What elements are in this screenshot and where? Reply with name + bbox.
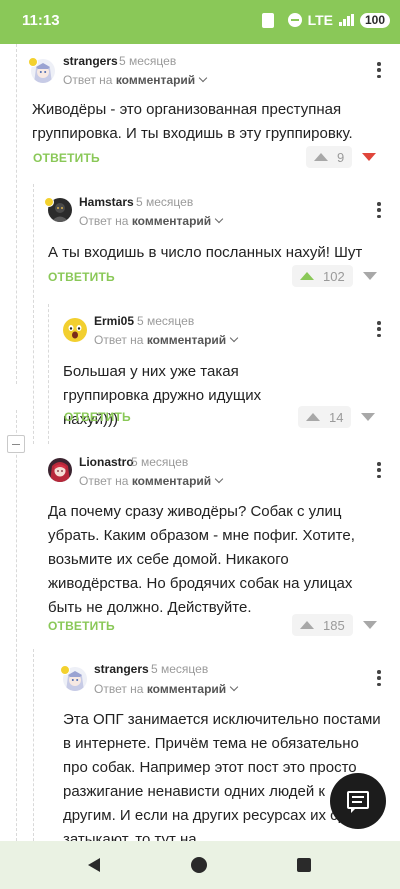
more-options-icon[interactable]: [371, 201, 387, 219]
more-options-icon[interactable]: [371, 61, 387, 79]
yellow-face-avatar-icon: [63, 318, 87, 342]
comment-time: 5 месяцев: [136, 195, 194, 209]
more-options-icon[interactable]: [371, 669, 387, 687]
reply-to-prefix: Ответ на: [79, 474, 129, 488]
avatar[interactable]: [48, 458, 72, 482]
upvote-button[interactable]: 9: [306, 146, 353, 168]
system-navigation-bar: [0, 841, 400, 889]
recents-icon[interactable]: [297, 858, 311, 872]
wallet-icon: [261, 12, 274, 28]
comment-username[interactable]: strangers: [94, 662, 149, 676]
thread-line: [48, 304, 49, 444]
thread-line: [33, 649, 34, 841]
comment-username[interactable]: Ermi05: [94, 314, 134, 328]
comment-icon: [347, 791, 369, 813]
comment-text: А ты входишь в число посланных нахуй! Шу…: [48, 244, 363, 261]
vote-controls: 102: [292, 265, 377, 287]
comment-text: Живодёры - это организованная преступная…: [32, 101, 353, 142]
chevron-down-icon: [229, 682, 239, 692]
collapse-thread-button[interactable]: [7, 435, 25, 453]
comment-time: 5 месяцев: [131, 455, 189, 469]
upvote-button[interactable]: 102: [292, 265, 353, 287]
reply-to-target: комментарий: [131, 474, 212, 488]
comments-feed[interactable]: strangers 5 месяцев Ответ на комментарий…: [0, 44, 400, 841]
chevron-down-icon: [229, 333, 239, 343]
chevron-down-icon: [214, 214, 224, 224]
reply-to-prefix: Ответ на: [79, 214, 129, 228]
network-type: LTE: [307, 12, 333, 28]
downvote-icon[interactable]: [362, 621, 377, 629]
upvote-icon: [300, 272, 314, 280]
vote-controls: 9: [306, 146, 377, 168]
comment-text: Эта ОПГ занимается исключительно постами…: [63, 711, 381, 841]
chevron-down-icon: [198, 73, 208, 83]
reply-to-link[interactable]: Ответ на комментарий: [63, 73, 208, 87]
reply-to-target: комментарий: [146, 682, 227, 696]
downvote-icon[interactable]: [361, 413, 376, 421]
comment-time: 5 месяцев: [151, 662, 209, 676]
comment-rating: 14: [329, 409, 344, 425]
chevron-down-icon: [214, 474, 224, 484]
user-badge: [44, 197, 54, 207]
comment-username[interactable]: Hamstars: [79, 195, 134, 209]
upvote-icon: [306, 413, 320, 421]
reply-to-prefix: Ответ на: [94, 682, 144, 696]
comment-time: 5 месяцев: [119, 54, 177, 68]
upvote-button[interactable]: 14: [298, 406, 352, 428]
user-badge: [60, 665, 70, 675]
battery-icon: 100: [359, 12, 390, 28]
comment-time: 5 месяцев: [137, 314, 195, 328]
user-badge: [28, 57, 38, 67]
comment-text: Да почему сразу живодёры? Собак с улиц у…: [48, 503, 355, 616]
reply-to-target: комментарий: [131, 214, 212, 228]
status-bar: 11:13 LTE 100: [0, 0, 400, 44]
red-hair-avatar-icon: [48, 458, 72, 482]
thread-line: [16, 44, 17, 384]
reply-to-link[interactable]: Ответ на комментарий: [79, 474, 224, 488]
more-options-icon[interactable]: [371, 461, 387, 479]
comment-username[interactable]: Lionastro: [79, 455, 134, 469]
comment-rating: 185: [323, 617, 345, 633]
more-options-icon[interactable]: [371, 320, 387, 338]
downvote-icon[interactable]: [362, 153, 377, 161]
thread-line: [33, 184, 34, 444]
avatar[interactable]: [63, 318, 87, 342]
reply-to-prefix: Ответ на: [94, 333, 144, 347]
signal-icon: [338, 14, 354, 26]
vote-controls: 185: [292, 614, 377, 636]
upvote-icon: [300, 621, 314, 629]
reply-to-target: комментарий: [115, 73, 196, 87]
upvote-icon: [314, 153, 328, 161]
home-icon[interactable]: [191, 857, 207, 873]
upvote-button[interactable]: 185: [292, 614, 353, 636]
comment-rating: 9: [337, 149, 345, 165]
reply-to-target: комментарий: [146, 333, 227, 347]
reply-to-link[interactable]: Ответ на комментарий: [94, 333, 239, 347]
thread-line: [16, 410, 17, 841]
reply-to-link[interactable]: Ответ на комментарий: [94, 682, 239, 696]
status-indicators: LTE 100: [261, 12, 390, 28]
do-not-disturb-icon: [287, 13, 302, 27]
downvote-icon[interactable]: [362, 272, 377, 280]
comment-username[interactable]: strangers: [63, 54, 118, 68]
reply-to-prefix: Ответ на: [63, 73, 113, 87]
reply-button[interactable]: ОТВЕТИТЬ: [33, 151, 100, 165]
vote-controls: 14: [298, 406, 376, 428]
reply-button[interactable]: ОТВЕТИТЬ: [64, 410, 131, 424]
reply-button[interactable]: ОТВЕТИТЬ: [48, 619, 115, 633]
write-comment-button[interactable]: [330, 773, 386, 829]
status-time: 11:13: [22, 12, 60, 29]
back-icon[interactable]: [88, 858, 100, 872]
comment-rating: 102: [323, 268, 345, 284]
reply-button[interactable]: ОТВЕТИТЬ: [48, 270, 115, 284]
reply-to-link[interactable]: Ответ на комментарий: [79, 214, 224, 228]
